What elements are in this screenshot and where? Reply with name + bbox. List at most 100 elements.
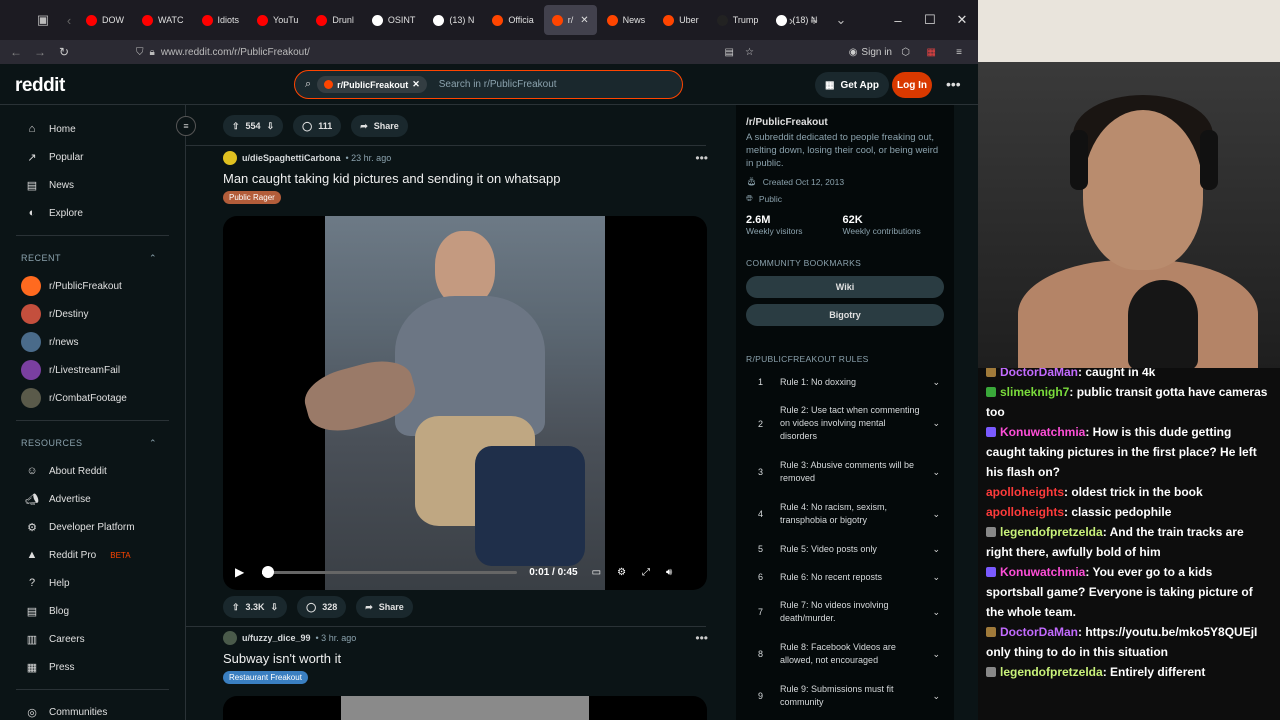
reload-icon[interactable]: ↻: [52, 45, 76, 59]
sidebar-item-home[interactable]: ⌂ Home: [0, 115, 185, 143]
rule-item[interactable]: 8 Rule 8: Facebook Videos are allowed, no…: [746, 633, 944, 675]
rule-item[interactable]: 6 Rule 6: No recent reposts ⌄: [746, 563, 944, 591]
post-options-icon[interactable]: •••: [695, 631, 708, 645]
menu-icon[interactable]: ≡: [956, 47, 962, 58]
comments-button[interactable]: ◯ 111: [293, 115, 342, 137]
chat-username[interactable]: legendofpretzelda: [1000, 665, 1103, 679]
chat-username[interactable]: apolloheights: [986, 485, 1064, 499]
video-scrubber-handle[interactable]: [261, 565, 274, 578]
sidebar-item-news[interactable]: ▤ News: [0, 171, 185, 199]
recent-community-item[interactable]: r/LivestreamFail: [0, 356, 185, 384]
chat-username[interactable]: slimeknigh7: [1000, 385, 1069, 399]
search-scope-chip[interactable]: r/PublicFreakout ✕: [317, 76, 427, 93]
chat-username[interactable]: DoctorDaMan: [1000, 625, 1078, 639]
browser-tab[interactable]: OSINT: [364, 5, 424, 35]
close-window-icon[interactable]: ✕: [946, 12, 978, 28]
reddit-logo[interactable]: reddit: [15, 75, 65, 97]
address-field[interactable]: ⛉ 🔒︎ www.reddit.com/r/PublicFreakout/: [136, 47, 310, 58]
browser-tab[interactable]: Trump: [709, 5, 767, 35]
post-card[interactable]: u/fuzzy_dice_99 • 3 hr. ago ••• Subway i…: [186, 631, 736, 685]
recent-community-item[interactable]: r/Destiny: [0, 300, 185, 328]
back-icon[interactable]: ←: [4, 45, 28, 59]
post-card[interactable]: u/dieSpaghettiCarbona • 23 hr. ago ••• M…: [186, 151, 736, 205]
resource-item[interactable]: ⚙ Developer Platform: [0, 513, 185, 541]
recent-community-item[interactable]: r/CombatFootage: [0, 384, 185, 412]
search-input[interactable]: Search in r/PublicFreakout: [439, 79, 557, 90]
post-author[interactable]: u/dieSpaghettiCarbona: [242, 153, 341, 163]
post-title[interactable]: Man caught taking kid pictures and sendi…: [186, 171, 736, 186]
rule-item[interactable]: 7 Rule 7: No videos involving death/murde…: [746, 591, 944, 633]
clear-scope-icon[interactable]: ✕: [412, 79, 420, 90]
recent-section-header[interactable]: RECENT ⌃: [0, 244, 185, 272]
close-tab-icon[interactable]: ✕: [580, 15, 588, 26]
tab-scroll-right-icon[interactable]: ›: [780, 13, 802, 28]
chat-username[interactable]: Konuwatchmia: [1000, 425, 1085, 439]
upvote-icon[interactable]: ⇧: [232, 602, 240, 613]
rule-item[interactable]: 5 Rule 5: Video posts only ⌄: [746, 535, 944, 563]
post-author[interactable]: u/fuzzy_dice_99: [242, 633, 311, 643]
recent-community-item[interactable]: r/news: [0, 328, 185, 356]
captions-icon[interactable]: ▭: [592, 567, 601, 578]
maximize-icon[interactable]: ☐: [914, 12, 946, 28]
browser-tab[interactable]: News: [599, 5, 654, 35]
downvote-icon[interactable]: ⇩: [271, 602, 279, 613]
browser-tab[interactable]: WATC: [134, 5, 192, 35]
browser-tab[interactable]: (13) N: [425, 5, 482, 35]
more-options-icon[interactable]: •••: [946, 76, 961, 92]
rule-item[interactable]: 3 Rule 3: Abusive comments will be remove…: [746, 451, 944, 493]
chat-username[interactable]: Konuwatchmia: [1000, 565, 1085, 579]
avatar[interactable]: [223, 151, 237, 165]
resource-item[interactable]: ? Help: [0, 569, 185, 597]
get-app-button[interactable]: ▦ Get App: [815, 72, 889, 98]
share-button[interactable]: ➦ Share: [351, 115, 408, 137]
bookmark-bigotry-button[interactable]: Bigotry: [746, 304, 944, 326]
post-flair[interactable]: Restaurant Freakout: [223, 671, 308, 684]
video-progress-bar[interactable]: [261, 565, 518, 578]
downvote-icon[interactable]: ⇩: [267, 121, 275, 132]
resource-item[interactable]: ▤ Blog: [0, 597, 185, 625]
resource-item[interactable]: 📣︎ Advertise: [0, 485, 185, 513]
avatar[interactable]: [223, 631, 237, 645]
bookmark-star-icon[interactable]: ☆: [745, 47, 754, 58]
rule-item[interactable]: 1 Rule 1: No doxxing ⌄: [746, 368, 944, 396]
rule-item[interactable]: 2 Rule 2: Use tact when commenting on vid…: [746, 396, 944, 451]
rule-item[interactable]: 9 Rule 9: Submissions must fit community ⌄: [746, 675, 944, 717]
resource-item[interactable]: ▦ Press: [0, 653, 185, 681]
post-title[interactable]: Subway isn't worth it: [186, 651, 736, 666]
volume-icon[interactable]: 🔊︎: [666, 567, 672, 578]
video-player[interactable]: [223, 696, 707, 720]
tab-scroll-left-icon[interactable]: ‹: [58, 13, 80, 28]
recent-community-item[interactable]: r/PublicFreakout: [0, 272, 185, 300]
resource-item[interactable]: ☺ About Reddit: [0, 457, 185, 485]
resources-section-header[interactable]: RESOURCES ⌃: [0, 429, 185, 457]
login-button[interactable]: Log In: [892, 72, 932, 98]
forward-icon[interactable]: →: [28, 45, 52, 59]
share-button[interactable]: ➦ Share: [356, 596, 413, 618]
browser-tab[interactable]: r/ ✕: [543, 5, 597, 35]
resource-item[interactable]: ▲ Reddit Pro BETA: [0, 541, 185, 569]
rule-item[interactable]: 4 Rule 4: No racism, sexism, transphobia …: [746, 493, 944, 535]
play-icon[interactable]: ▶: [235, 565, 244, 579]
signin-button[interactable]: ◉ Sign in: [849, 47, 892, 58]
post-options-icon[interactable]: •••: [695, 151, 708, 165]
browser-tab[interactable]: Uber: [655, 5, 707, 35]
post-flair[interactable]: Public Rager: [223, 191, 281, 204]
video-player[interactable]: ▶ 0:01 / 0:45 ▭ ⚙ ⤢ 🔊︎: [223, 216, 707, 590]
sidebar-item-popular[interactable]: ↗ Popular: [0, 143, 185, 171]
browser-tab[interactable]: DOW: [78, 5, 132, 35]
minimize-icon[interactable]: –: [882, 13, 914, 28]
settings-gear-icon[interactable]: ⚙: [617, 567, 626, 578]
sidebar-item-explore[interactable]: ◐ Explore: [0, 199, 185, 227]
browser-tab[interactable]: Idiots: [194, 5, 248, 35]
tab-overview-icon[interactable]: ▣: [32, 12, 54, 28]
browser-tab[interactable]: Officia: [484, 5, 541, 35]
extension-badge-icon[interactable]: ▦: [927, 47, 936, 58]
resource-item[interactable]: ▥ Careers: [0, 625, 185, 653]
sidebar-item-communities[interactable]: ◎ Communities: [0, 698, 185, 720]
extensions-icon[interactable]: ⬡: [901, 47, 910, 58]
bookmark-wiki-button[interactable]: Wiki: [746, 276, 944, 298]
chat-username[interactable]: apolloheights: [986, 505, 1064, 519]
chat-username[interactable]: DoctorDaMan: [1000, 368, 1078, 379]
new-tab-icon[interactable]: +: [803, 13, 825, 28]
browser-tab[interactable]: Drunl: [308, 5, 362, 35]
